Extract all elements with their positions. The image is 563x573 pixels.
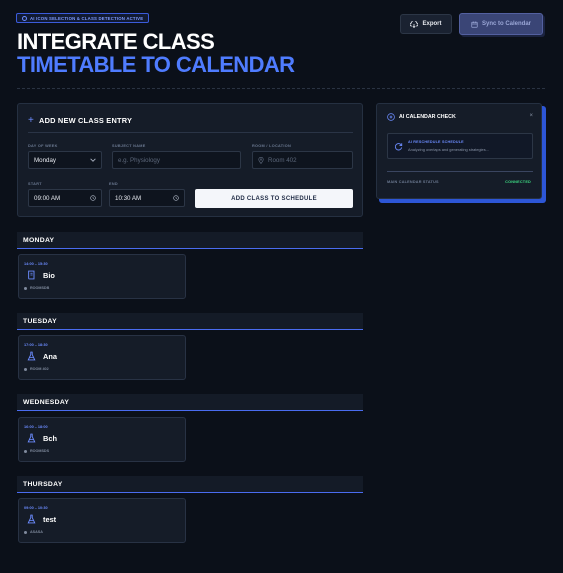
class-card[interactable]: 14:00 – 15:30 Bio ROOMSDB — [18, 254, 186, 299]
class-location: ASASA — [24, 530, 43, 534]
day-header-monday: MONDAY — [17, 232, 363, 249]
location-pin-icon — [258, 156, 264, 164]
cloud-download-icon — [410, 20, 419, 28]
export-button[interactable]: Export — [400, 14, 452, 34]
calendar-status-value: CONNECTED — [505, 180, 531, 184]
class-card[interactable]: 17:00 – 18:30 Ana ROOM 402 — [18, 335, 186, 380]
room-placeholder: Room 402 — [268, 156, 297, 164]
day-header-tuesday: TUESDAY — [17, 313, 363, 330]
export-button-label: Export — [422, 21, 442, 27]
day-header-wednesday: WEDNESDAY — [17, 394, 363, 411]
class-card[interactable]: 16:00 – 18:00 Bch ROOMSDS — [18, 417, 186, 462]
sync-to-calendar-button[interactable]: Sync to Calendar — [459, 13, 543, 35]
class-time: 09:00 – 10:30 — [24, 506, 48, 510]
sync-button-label: Sync to Calendar — [481, 21, 531, 27]
room-label: ROOM / LOCATION — [252, 144, 292, 148]
class-room: ROOMSDB — [30, 286, 50, 290]
end-time-input[interactable]: 10:30 AM — [109, 189, 185, 207]
add-class-heading: + ADD NEW CLASS ENTRY — [28, 115, 132, 126]
day-header-thursday: THURSDAY — [17, 476, 363, 493]
plus-icon: + — [28, 115, 35, 126]
add-class-button-label: ADD CLASS TO SCHEDULE — [231, 195, 317, 202]
class-location: ROOM 402 — [24, 367, 49, 371]
end-label: END — [109, 182, 118, 186]
class-name: Bio — [43, 271, 55, 280]
flask-icon — [27, 514, 36, 524]
add-class-button[interactable]: ADD CLASS TO SCHEDULE — [195, 189, 353, 208]
start-time-input[interactable]: 09:00 AM — [28, 189, 102, 207]
class-location: ROOMSDS — [24, 449, 49, 453]
class-time: 16:00 – 18:00 — [24, 425, 48, 429]
page-title-line1: INTEGRATE CLASS — [17, 29, 215, 54]
end-time-value: 10:30 AM — [115, 194, 142, 202]
subject-placeholder: e.g. Physiology — [118, 156, 160, 164]
add-class-heading-label: ADD NEW CLASS ENTRY — [39, 116, 133, 125]
page-title-line2: TIMETABLE TO CALENDAR — [17, 52, 295, 77]
panel-divider — [28, 132, 353, 133]
ai-calendar-check-card: AI CALENDAR CHECK × AI RESCHEDULE SCHEDU… — [376, 103, 542, 199]
clock-icon — [90, 195, 96, 201]
subject-label: SUBJECT NAME — [112, 144, 146, 148]
flask-icon — [27, 351, 36, 361]
day-select-value: Monday — [34, 156, 57, 164]
class-time: 17:00 – 18:30 — [24, 343, 48, 347]
ai-box-text: Analyzing overlaps and generating strate… — [408, 147, 489, 152]
close-icon[interactable]: × — [529, 113, 533, 119]
ai-status-icon — [22, 15, 27, 21]
flask-icon — [27, 433, 36, 443]
header-divider — [17, 88, 545, 89]
day-label: DAY OF WEEK — [28, 144, 58, 148]
location-dot-icon — [24, 449, 27, 453]
class-name: Bch — [43, 434, 57, 443]
location-dot-icon — [24, 367, 27, 371]
subject-input[interactable]: e.g. Physiology — [112, 151, 241, 169]
book-icon — [28, 270, 35, 280]
start-time-value: 09:00 AM — [34, 194, 61, 202]
location-dot-icon — [24, 530, 27, 534]
start-label: START — [28, 182, 42, 186]
location-dot-icon — [24, 286, 27, 290]
calendar-status-label: MAIN CALENDAR STATUS — [387, 180, 439, 184]
ai-card-title: AI CALENDAR CHECK — [387, 113, 456, 121]
ai-card-title-label: AI CALENDAR CHECK — [399, 114, 456, 120]
ai-box-title: AI RESCHEDULE SCHEDULE — [408, 140, 464, 144]
clock-icon — [173, 195, 179, 201]
class-room: ROOMSDS — [30, 449, 50, 453]
ai-status-badge-label: AI ICON SELECTION & CLASS DETECTION ACTI… — [30, 15, 144, 21]
class-name: test — [43, 515, 57, 524]
class-card[interactable]: 09:00 – 10:30 test ASASA — [18, 498, 186, 543]
ai-card-divider — [387, 171, 533, 172]
day-select[interactable]: Monday — [28, 151, 102, 169]
class-location: ROOMSDB — [24, 286, 49, 290]
ai-status-badge: AI ICON SELECTION & CLASS DETECTION ACTI… — [16, 13, 150, 23]
chevron-down-icon — [90, 158, 96, 162]
class-time: 14:00 – 15:30 — [24, 262, 48, 266]
sparkle-icon — [387, 113, 395, 121]
ai-reschedule-box: AI RESCHEDULE SCHEDULE Analyzing overlap… — [387, 133, 533, 159]
room-input[interactable]: Room 402 — [252, 151, 353, 169]
class-room: ROOM 402 — [30, 367, 49, 371]
class-name: Ana — [43, 352, 57, 361]
add-class-panel: + ADD NEW CLASS ENTRY DAY OF WEEK Monday… — [17, 103, 363, 217]
calendar-icon — [471, 21, 478, 28]
class-room: ASASA — [30, 530, 43, 534]
refresh-icon — [394, 143, 403, 151]
